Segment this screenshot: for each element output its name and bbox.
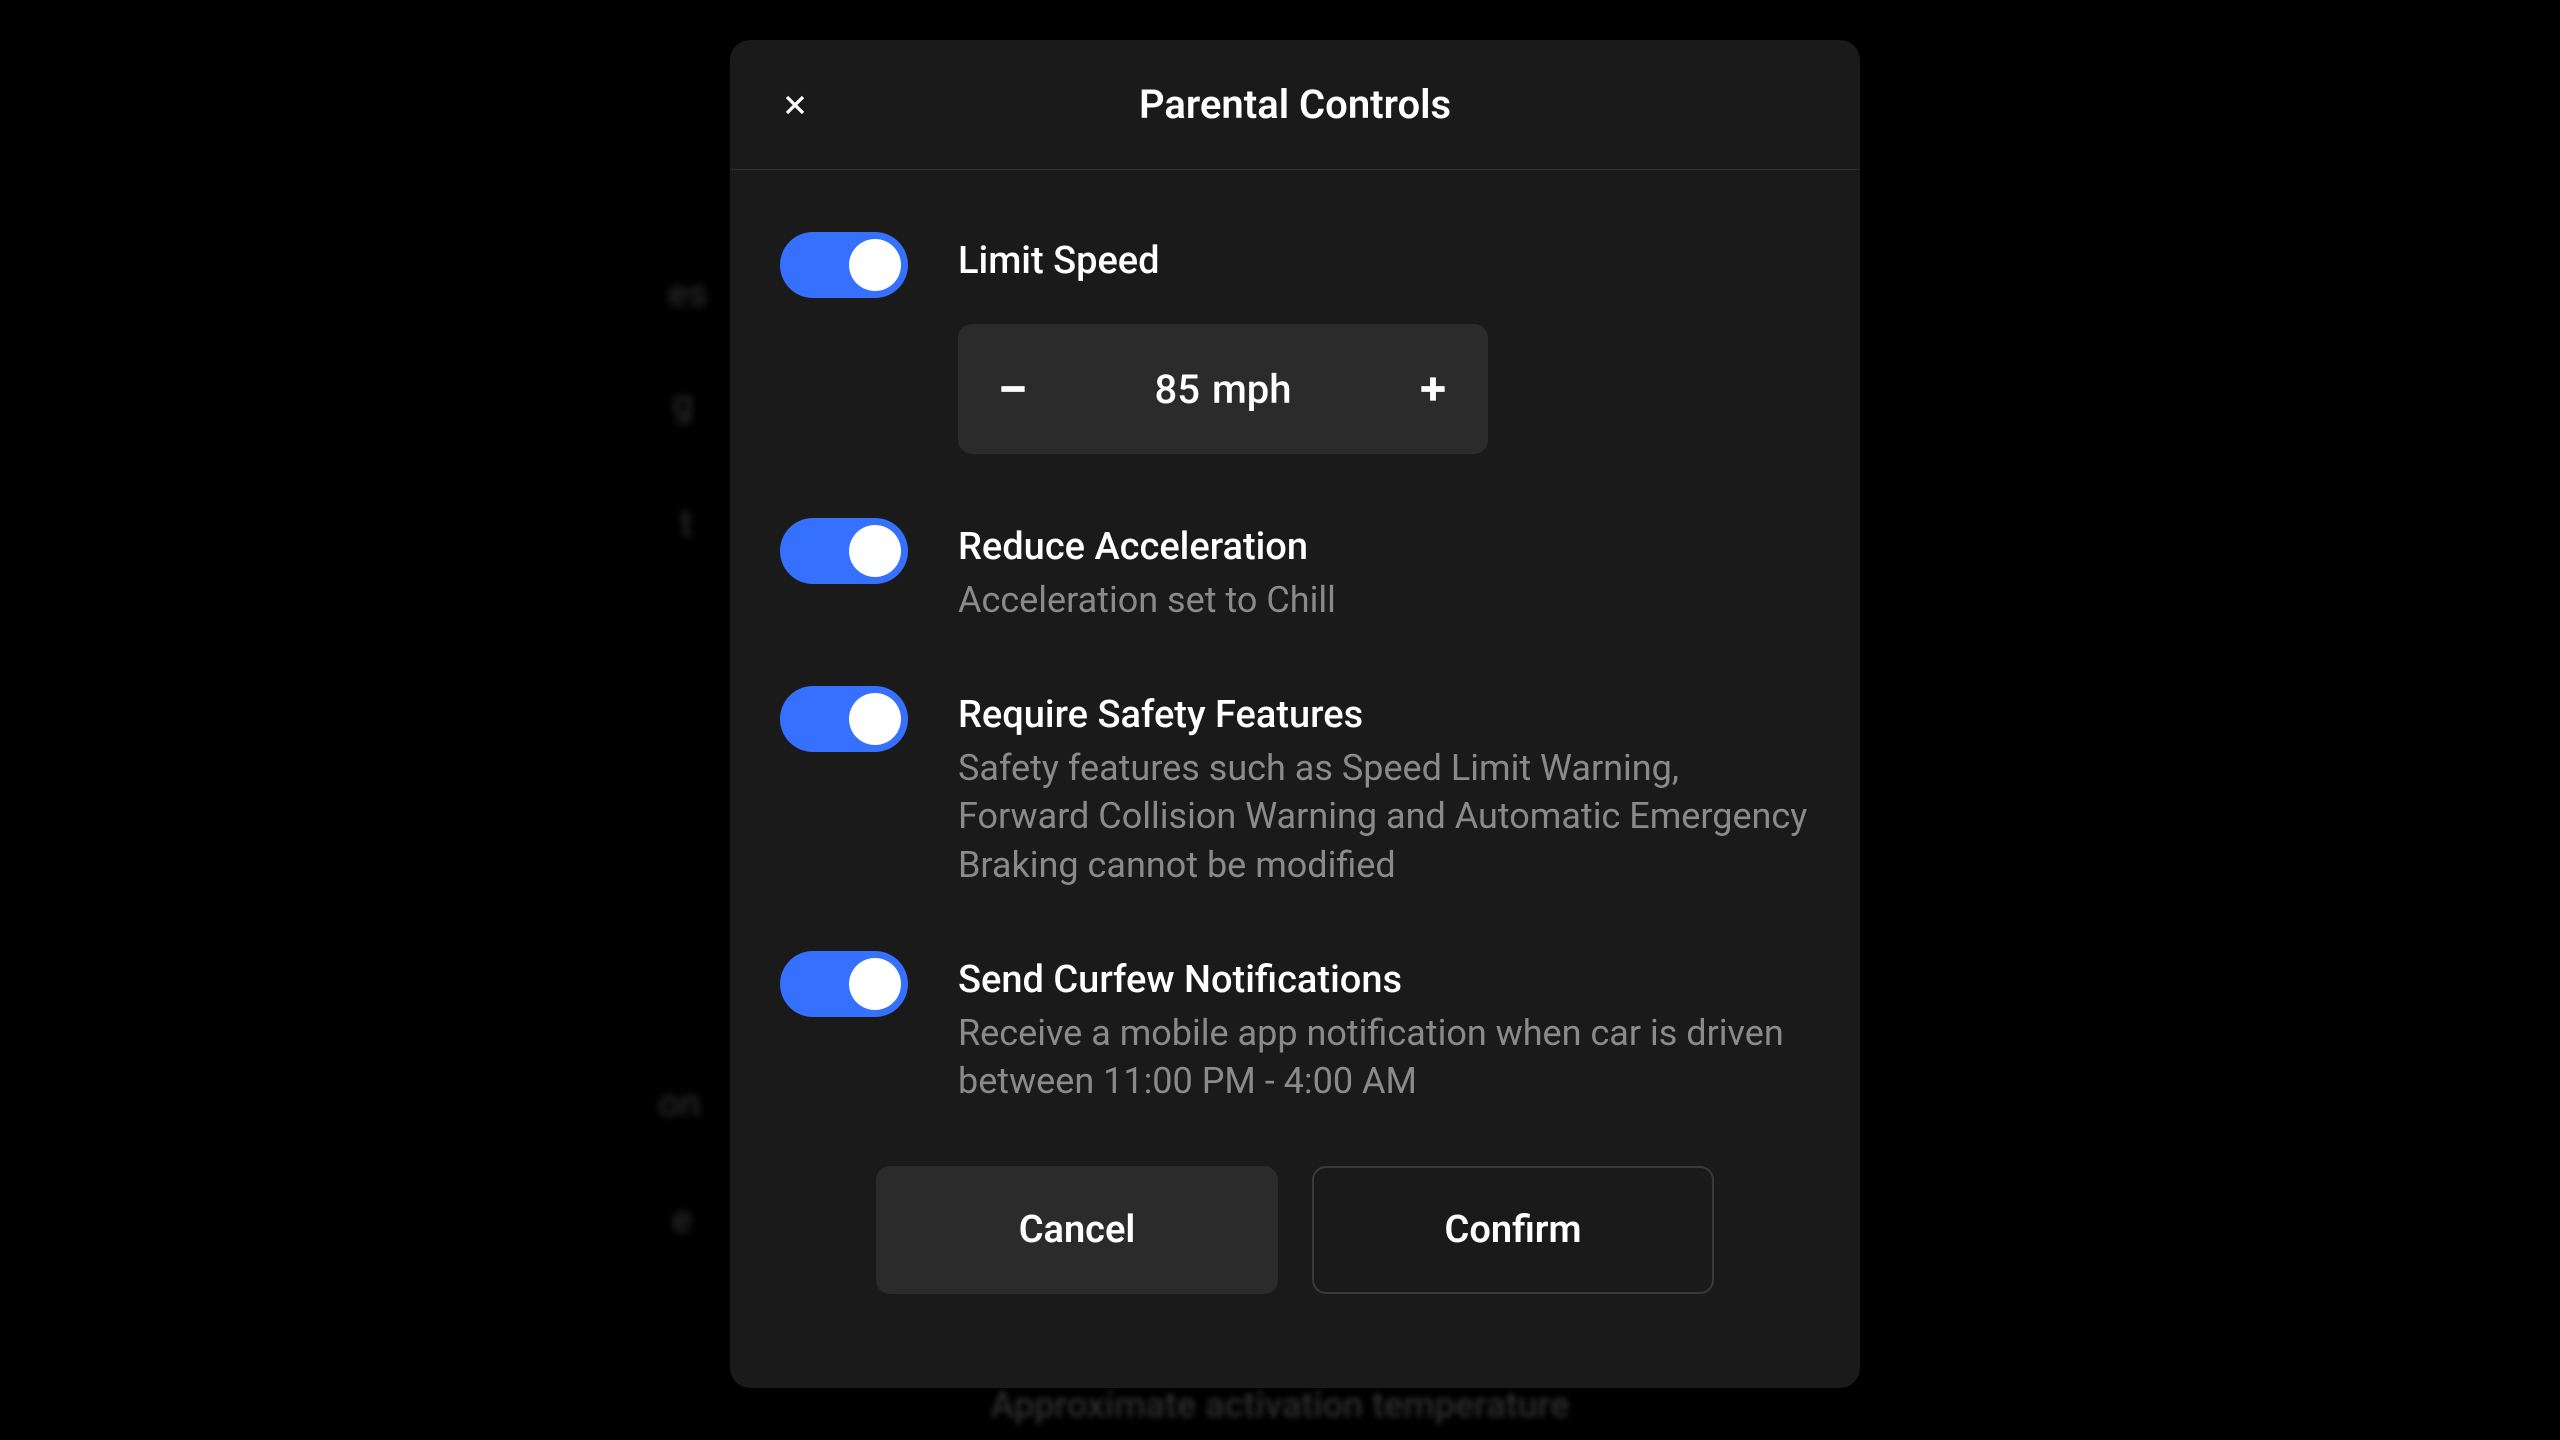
speed-unit: mph [1212,366,1292,413]
setting-curfew: Send Curfew Notifications Receive a mobi… [780,949,1810,1106]
toggle-limit-speed[interactable] [780,232,908,298]
increment-button[interactable] [1408,364,1458,414]
curfew-desc: Receive a mobile app notification when c… [958,1009,1810,1106]
toggle-reduce-acceleration[interactable] [780,518,908,584]
modal-footer: Cancel Confirm [780,1166,1810,1294]
close-icon [779,89,811,121]
parental-controls-modal: Parental Controls Limit Speed 85 mph [730,40,1860,1388]
speed-value-display: 85 mph [1154,366,1291,413]
speed-number: 85 [1154,366,1199,413]
modal-header: Parental Controls [730,40,1860,170]
cancel-button[interactable]: Cancel [876,1166,1278,1294]
decrement-button[interactable] [988,364,1038,414]
reduce-accel-desc: Acceleration set to Chill [958,576,1810,625]
modal-body: Limit Speed 85 mph [730,170,1860,1294]
plus-icon [1413,369,1453,409]
confirm-button[interactable]: Confirm [1312,1166,1714,1294]
safety-features-label: Require Safety Features [958,692,1810,740]
reduce-accel-label: Reduce Acceleration [958,524,1810,572]
limit-speed-label: Limit Speed [958,238,1810,286]
speed-stepper: 85 mph [958,324,1488,454]
toggle-safety-features[interactable] [780,686,908,752]
close-button[interactable] [775,85,815,125]
safety-features-desc: Safety features such as Speed Limit Warn… [958,744,1810,890]
modal-title: Parental Controls [1139,81,1451,128]
setting-limit-speed: Limit Speed [780,230,1810,298]
toggle-curfew[interactable] [780,951,908,1017]
minus-icon [993,369,1033,409]
setting-safety-features: Require Safety Features Safety features … [780,684,1810,889]
curfew-label: Send Curfew Notifications [958,957,1810,1005]
background-hint-text: Approximate activation temperature [991,1384,1570,1426]
